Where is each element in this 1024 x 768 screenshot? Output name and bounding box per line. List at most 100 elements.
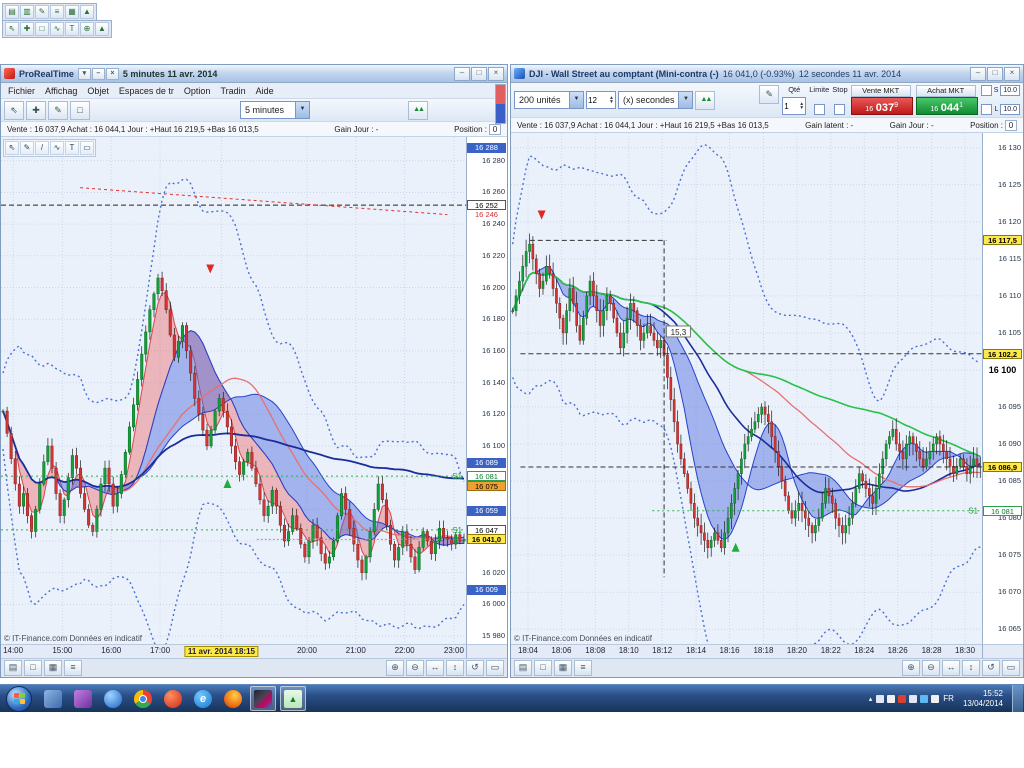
inner-window-controls[interactable]: ▾ – ×	[77, 67, 119, 80]
drawing-tool-icon[interactable]: ⇖	[5, 141, 19, 155]
qty-stepper[interactable]: ▲▼	[782, 97, 807, 115]
left-price-axis[interactable]: 16 280 16 260 16 240 16 220 16 200 16 180 16 1…	[466, 137, 507, 644]
mini-tool-icon[interactable]: ✎	[35, 5, 49, 19]
status-icon[interactable]: ⊖	[406, 660, 424, 676]
mini-tool-icon[interactable]: ≡	[50, 5, 64, 19]
drawing-tool-icon[interactable]: T	[65, 141, 79, 155]
chevron-down-icon[interactable]: ▼	[295, 102, 309, 118]
right-price-chart[interactable]: 15,3 S1 © IT-Finance.com Données en indic…	[511, 133, 982, 644]
start-button[interactable]	[6, 685, 32, 712]
achat-mkt-header[interactable]: Achat MKT	[915, 85, 976, 97]
stop-checkbox[interactable]	[834, 104, 846, 115]
status-icon[interactable]: ▤	[4, 660, 22, 676]
status-icon[interactable]: ↔	[942, 660, 960, 676]
prorealtime-window-icon[interactable]: ▲	[280, 686, 306, 711]
interval-unit-select[interactable]: (x) secondes ▼	[617, 91, 694, 109]
menu-item-aide[interactable]: Aide	[251, 85, 279, 97]
right-window-controls[interactable]: – □ ×	[970, 66, 1020, 81]
tray-icon[interactable]	[898, 694, 907, 703]
mini-tool-icon[interactable]: ▤	[5, 5, 19, 19]
show-desktop-button[interactable]	[1012, 685, 1023, 712]
status-icon[interactable]: ⊕	[902, 660, 920, 676]
tray-icon[interactable]	[909, 694, 918, 703]
mini-tool-icon[interactable]: ▲	[80, 5, 94, 19]
mini-tool-icon[interactable]: ▲	[95, 22, 109, 36]
l-checkbox[interactable]	[981, 104, 993, 115]
buy-market-button[interactable]: 16 0441	[915, 97, 978, 115]
menu-item-objet[interactable]: Objet	[82, 85, 114, 97]
utility-app-icon[interactable]	[40, 686, 66, 711]
tray-icon[interactable]	[931, 694, 940, 703]
internet-explorer-icon[interactable]: e	[190, 686, 216, 711]
units-select[interactable]: 200 unités ▼	[514, 91, 584, 109]
drawing-tool-icon[interactable]: ✎	[20, 141, 34, 155]
status-icon[interactable]: ▭	[1002, 660, 1020, 676]
left-window-controls[interactable]: – □ ×	[454, 66, 504, 81]
mini-tool-icon[interactable]: ✚	[20, 22, 34, 36]
status-icon[interactable]: ≡	[64, 660, 82, 676]
mini-tool-icon[interactable]: ∿	[50, 22, 64, 36]
screenshot-window-icon[interactable]	[250, 686, 276, 711]
menu-item-option[interactable]: Option	[179, 85, 216, 97]
inner-control-button[interactable]: ×	[105, 67, 119, 80]
tool-icon[interactable]: □	[70, 100, 90, 120]
browser-app-icon[interactable]	[100, 686, 126, 711]
status-icon[interactable]: ↺	[466, 660, 484, 676]
order-pencil-icon[interactable]: ✎	[759, 85, 780, 104]
limite-checkbox[interactable]	[813, 104, 825, 115]
left-titlebar[interactable]: ProRealTime ▾ – × 5 minutes 11 avr. 2014 –…	[1, 65, 507, 83]
left-price-chart[interactable]: S1 S1 ⇖ ✎ / ∿ T ▭ © IT-Finance.com Données en …	[1, 137, 466, 644]
close-button[interactable]: ×	[488, 66, 504, 81]
status-icon[interactable]: ⊕	[386, 660, 404, 676]
status-icon[interactable]: ▦	[554, 660, 572, 676]
status-icon[interactable]: ≡	[574, 660, 592, 676]
taskbar-clock[interactable]: 15:52 13/04/2014	[958, 689, 1008, 709]
status-icon[interactable]: ▭	[486, 660, 504, 676]
mini-tool-icon[interactable]: ⇖	[5, 22, 19, 36]
tool-icon[interactable]: ✚	[26, 100, 46, 120]
menu-item-fichier[interactable]: Fichier	[3, 85, 40, 97]
tray-icon[interactable]	[920, 694, 929, 703]
l-value[interactable]: 10.0	[1000, 104, 1020, 115]
qty-input[interactable]	[783, 100, 800, 112]
status-icon[interactable]: ▦	[44, 660, 62, 676]
minimize-button[interactable]: –	[454, 66, 470, 81]
right-time-axis[interactable]: 18:04 18:06 18:08 18:10 18:12 18:14 18:16 18:18…	[511, 644, 982, 658]
mini-tool-icon[interactable]: ▥	[20, 5, 34, 19]
status-icon[interactable]: ⊖	[922, 660, 940, 676]
inner-control-button[interactable]: ▾	[77, 67, 91, 80]
timeframe-select[interactable]: 5 minutes ▼	[240, 101, 310, 119]
status-icon[interactable]: ↕	[446, 660, 464, 676]
opera-icon[interactable]	[160, 686, 186, 711]
mini-tool-icon[interactable]: ▦	[65, 5, 79, 19]
status-icon[interactable]: ↕	[962, 660, 980, 676]
right-titlebar[interactable]: DJI - Wall Street au comptant (Mini-cont…	[511, 65, 1023, 83]
drawing-tool-icon[interactable]: ∿	[50, 141, 64, 155]
mini-tool-icon[interactable]: □	[35, 22, 49, 36]
status-icon[interactable]: ↺	[982, 660, 1000, 676]
media-app-icon[interactable]	[70, 686, 96, 711]
firefox-icon[interactable]	[220, 686, 246, 711]
tool-icon[interactable]: ✎	[48, 100, 68, 120]
tray-expand-icon[interactable]: ▴	[869, 695, 873, 703]
s-checkbox[interactable]	[980, 85, 992, 96]
menu-item-tradin[interactable]: Tradin	[215, 85, 250, 97]
left-time-axis[interactable]: 14:00 15:00 16:00 17:00 20:00 21:00 22:00 23:00…	[1, 644, 466, 658]
menu-item-affichag[interactable]: Affichag	[40, 85, 82, 97]
mini-tool-icon[interactable]: T	[65, 22, 79, 36]
mini-tool-icon[interactable]: ⊕	[80, 22, 94, 36]
maximize-button[interactable]: □	[471, 66, 487, 81]
tray-icon[interactable]	[887, 694, 896, 703]
tool-icon[interactable]: ⇖	[4, 100, 24, 120]
status-icon[interactable]: ↔	[426, 660, 444, 676]
interval-stepper[interactable]: ▲▼	[586, 91, 616, 109]
right-price-axis[interactable]: 16 130 16 125 16 120 16 115 16 110 16 105 16 0…	[982, 133, 1023, 644]
maximize-button[interactable]: □	[987, 66, 1003, 81]
sell-market-button[interactable]: 16 0379	[850, 97, 913, 115]
inner-control-button[interactable]: –	[91, 67, 105, 80]
menu-item-espaces-de-tr[interactable]: Espaces de tr	[114, 85, 179, 97]
chrome-icon[interactable]	[130, 686, 156, 711]
chart-style-icon[interactable]: ▲▲	[695, 90, 716, 110]
chart-style-icon[interactable]: ▲▲	[408, 100, 428, 120]
status-icon[interactable]: □	[24, 660, 42, 676]
